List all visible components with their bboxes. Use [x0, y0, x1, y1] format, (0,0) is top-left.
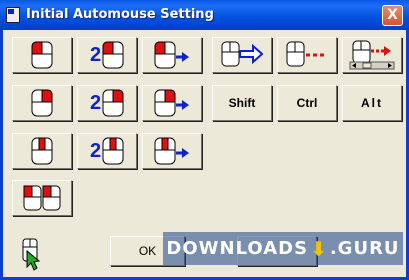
download-arrow-icon: ⬇ — [310, 236, 328, 261]
mouse-left-double-click-icon — [102, 41, 124, 69]
alt-key-button[interactable]: Alt — [342, 85, 402, 121]
mouse-scroll-button[interactable] — [342, 37, 402, 73]
mouse-middle-click-icon — [31, 137, 53, 165]
close-button[interactable]: X — [382, 5, 403, 26]
left-drag-button[interactable] — [142, 37, 202, 73]
double-click-count: 2 — [89, 91, 102, 114]
shift-key-label: Shift — [228, 96, 256, 110]
mouse-dotted-line-icon — [286, 41, 328, 69]
mouse-left-click-icon — [31, 41, 53, 69]
title-bar: Initial Automouse Setting X — [0, 0, 409, 30]
right-click-button[interactable] — [12, 85, 72, 121]
middle-click-button[interactable] — [12, 133, 72, 169]
automouse-setting-window: Initial Automouse Setting X 2 2 2 Shift … — [0, 0, 409, 280]
ctrl-key-label: Ctrl — [296, 96, 318, 110]
mouse-middle-drag-icon — [154, 137, 190, 165]
right-double-click-button[interactable]: 2 — [77, 85, 137, 121]
mouse-dotted-line-button[interactable] — [277, 37, 337, 73]
middle-double-click-button[interactable]: 2 — [77, 133, 137, 169]
left-double-click-button[interactable]: 2 — [77, 37, 137, 73]
two-mice-icon — [23, 185, 61, 211]
mouse-arrow-button[interactable] — [212, 37, 272, 73]
right-drag-button[interactable] — [142, 85, 202, 121]
mouse-cursor-icon — [17, 237, 45, 271]
alt-key-label: Alt — [361, 96, 383, 110]
shift-key-button[interactable]: Shift — [212, 85, 272, 121]
mouse-scroll-icon — [349, 40, 395, 70]
watermark: DOWNLOADS ⬇ .GURU — [163, 232, 403, 265]
mouse-middle-double-click-icon — [102, 137, 124, 165]
app-icon — [6, 7, 20, 23]
mouse-right-drag-icon — [154, 89, 190, 117]
watermark-domain: .GURU — [329, 238, 400, 259]
middle-drag-button[interactable] — [142, 133, 202, 169]
window-title: Initial Automouse Setting — [26, 7, 214, 22]
double-click-count: 2 — [89, 43, 102, 66]
left-click-button[interactable] — [12, 37, 72, 73]
ctrl-key-button[interactable]: Ctrl — [277, 85, 337, 121]
watermark-text: DOWNLOADS — [166, 238, 309, 259]
mouse-arrow-icon — [221, 41, 263, 69]
mouse-right-double-click-icon — [102, 89, 124, 117]
mouse-right-click-icon — [31, 89, 53, 117]
two-mice-button[interactable] — [12, 180, 72, 216]
ok-button-label: OK — [138, 244, 157, 258]
double-click-count: 2 — [89, 139, 102, 162]
mouse-left-drag-icon — [154, 41, 190, 69]
